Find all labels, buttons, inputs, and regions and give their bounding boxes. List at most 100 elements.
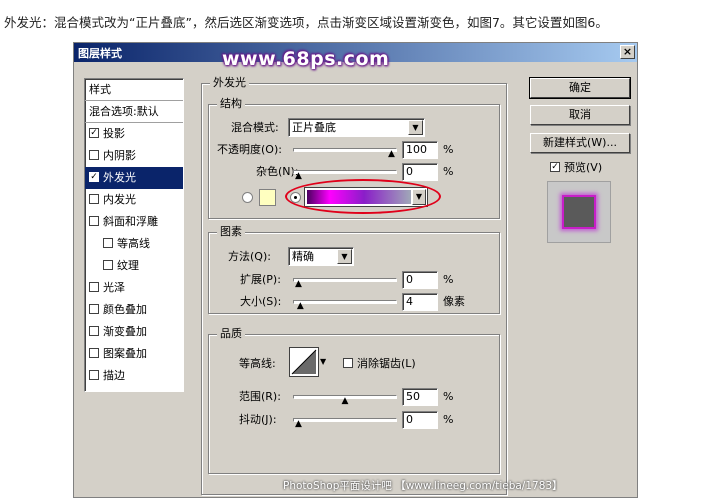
style-item-label: 描边 <box>103 369 125 382</box>
blend-options-item[interactable]: 混合选项:默认 <box>85 101 183 123</box>
size-input[interactable]: 4 <box>402 293 438 311</box>
method-select[interactable]: 精确 ▼ <box>288 247 354 266</box>
style-item[interactable]: 渐变叠加 <box>85 321 183 343</box>
chevron-down-icon[interactable]: ▼ <box>337 249 352 264</box>
quality-group: 品质 等高线: ▼ 消除锯齿(L) 范围(R): ▲ 50 % 抖动(J): ▲ <box>208 328 500 474</box>
glow-color-swatch[interactable] <box>259 189 276 206</box>
style-item-label: 内阴影 <box>103 149 136 162</box>
slider-thumb-icon[interactable]: ▲ <box>296 302 305 311</box>
style-item-label: 光泽 <box>103 281 125 294</box>
slider-thumb-icon[interactable]: ▲ <box>387 150 396 159</box>
chevron-down-icon[interactable]: ▼ <box>320 357 326 366</box>
slider-thumb-icon[interactable]: ▲ <box>294 420 303 429</box>
quality-title: 品质 <box>217 328 245 340</box>
styles-header[interactable]: 样式 <box>85 79 183 101</box>
style-item-label: 等高线 <box>117 237 150 250</box>
style-item[interactable]: 斜面和浮雕 <box>85 211 183 233</box>
opacity-input[interactable]: 100 <box>402 141 438 159</box>
style-preview-swatch <box>562 195 596 229</box>
checkbox[interactable] <box>89 370 99 380</box>
style-item-label: 外发光 <box>103 171 136 184</box>
jitter-unit: % <box>443 413 454 426</box>
checkbox[interactable] <box>89 326 99 336</box>
style-item-label: 内发光 <box>103 193 136 206</box>
style-item[interactable]: ✓ 外发光 <box>85 167 183 189</box>
preview-label: 预览(V) <box>564 161 603 174</box>
size-unit: 像素 <box>443 295 465 308</box>
preview-check-box[interactable]: ✓ <box>550 162 560 172</box>
antialias-check-box[interactable] <box>343 358 353 368</box>
layer-style-dialog: 图层样式 × 样式 混合选项:默认 ✓ 投影内阴影 ✓ 外发光内发光斜面和浮雕等高线纹… <box>73 42 638 498</box>
noise-input[interactable]: 0 <box>402 163 438 181</box>
tutorial-caption: 外发光：混合模式改为“正片叠底”，然后选区渐变选项，点击渐变区域设置渐变色，如图… <box>4 15 608 30</box>
style-item[interactable]: 内阴影 <box>85 145 183 167</box>
close-icon[interactable]: × <box>620 45 635 59</box>
method-value: 精确 <box>292 250 314 263</box>
range-label: 范围(R): <box>239 390 281 403</box>
new-style-button[interactable]: 新建样式(W)... <box>530 133 630 153</box>
dialog-title: 图层样式 <box>78 47 122 60</box>
opacity-unit: % <box>443 143 454 156</box>
cancel-button[interactable]: 取消 <box>530 105 630 125</box>
ok-button[interactable]: 确定 <box>529 77 631 99</box>
structure-group: 结构 混合模式: 正片叠底 ▼ 不透明度(O): ▲ 100 % 杂色(N): … <box>208 98 500 219</box>
style-item[interactable]: 光泽 <box>85 277 183 299</box>
jitter-input[interactable]: 0 <box>402 411 438 429</box>
check-icon[interactable]: ✓ <box>89 172 99 182</box>
blend-mode-select[interactable]: 正片叠底 ▼ <box>288 118 425 137</box>
footer-watermark: PhotoShop平面设计吧 【www.lineeg.com/tieba/178… <box>283 480 563 492</box>
style-item[interactable]: 纹理 <box>85 255 183 277</box>
checkbox[interactable] <box>89 348 99 358</box>
style-preview <box>547 181 611 243</box>
style-item[interactable]: 颜色叠加 <box>85 299 183 321</box>
style-item-label: 斜面和浮雕 <box>103 215 158 228</box>
style-item[interactable]: ✓ 投影 <box>85 123 183 145</box>
check-icon[interactable]: ✓ <box>89 128 99 138</box>
checkbox[interactable] <box>89 194 99 204</box>
contour-label: 等高线: <box>239 357 276 370</box>
antialias-checkbox[interactable]: 消除锯齿(L) <box>343 355 416 371</box>
color-radio[interactable] <box>242 192 253 203</box>
size-label: 大小(S): <box>240 295 282 308</box>
noise-unit: % <box>443 165 454 178</box>
spread-input[interactable]: 0 <box>402 271 438 289</box>
range-slider[interactable]: ▲ <box>293 395 397 406</box>
blend-mode-label: 混合模式: <box>231 121 279 134</box>
checkbox[interactable] <box>89 282 99 292</box>
style-item[interactable]: 等高线 <box>85 233 183 255</box>
size-slider[interactable]: ▲ <box>293 300 397 311</box>
range-input[interactable]: 50 <box>402 388 438 406</box>
checkbox[interactable] <box>103 260 113 270</box>
style-item[interactable]: 图案叠加 <box>85 343 183 365</box>
outer-glow-group: 外发光 结构 混合模式: 正片叠底 ▼ 不透明度(O): ▲ 100 % 杂色(… <box>201 77 507 495</box>
spread-unit: % <box>443 273 454 286</box>
style-item-label: 纹理 <box>117 259 139 272</box>
structure-title: 结构 <box>217 98 245 110</box>
style-item-label: 颜色叠加 <box>103 303 147 316</box>
jitter-slider[interactable]: ▲ <box>293 418 397 429</box>
style-item[interactable]: 描边 <box>85 365 183 387</box>
blend-mode-value: 正片叠底 <box>292 121 336 134</box>
style-item[interactable]: 内发光 <box>85 189 183 211</box>
contour-curve-icon <box>291 349 317 375</box>
style-item-label: 图案叠加 <box>103 347 147 360</box>
slider-thumb-icon[interactable]: ▲ <box>294 280 303 289</box>
opacity-slider[interactable]: ▲ <box>293 148 397 159</box>
antialias-label: 消除锯齿(L) <box>357 357 416 370</box>
preview-checkbox[interactable]: ✓ 预览(V) <box>550 159 602 175</box>
checkbox[interactable] <box>89 150 99 160</box>
noise-slider[interactable]: ▲ <box>293 170 397 181</box>
checkbox[interactable] <box>89 216 99 226</box>
contour-picker[interactable] <box>289 347 319 377</box>
spread-slider[interactable]: ▲ <box>293 278 397 289</box>
checkbox[interactable] <box>103 238 113 248</box>
style-item-label: 投影 <box>103 127 125 140</box>
checkbox[interactable] <box>89 304 99 314</box>
slider-thumb-icon[interactable]: ▲ <box>341 397 350 406</box>
slider-thumb-icon[interactable]: ▲ <box>294 172 303 181</box>
style-item-label: 渐变叠加 <box>103 325 147 338</box>
spread-label: 扩展(P): <box>240 273 281 286</box>
styles-list-panel: 样式 混合选项:默认 ✓ 投影内阴影 ✓ 外发光内发光斜面和浮雕等高线纹理光泽颜色叠加… <box>84 78 184 392</box>
jitter-label: 抖动(J): <box>239 413 277 426</box>
chevron-down-icon[interactable]: ▼ <box>408 120 423 135</box>
